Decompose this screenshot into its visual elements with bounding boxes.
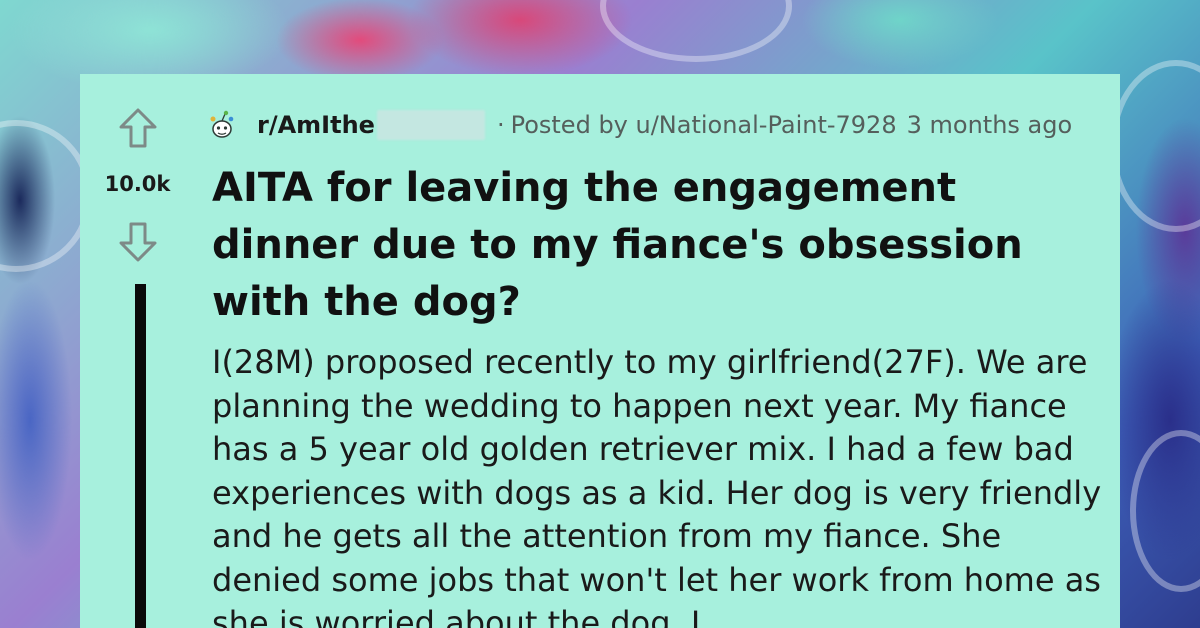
post-title[interactable]: AITA for leaving the engagement dinner d… — [212, 160, 1092, 331]
meta-separator: · — [496, 111, 505, 139]
posted-by-user[interactable]: Posted by u/National-Paint-7928 — [511, 111, 897, 139]
post-card: 10.0k r/AmIthe · Posted by u/National-Pa… — [80, 74, 1120, 628]
redacted-subreddit-suffix — [376, 110, 485, 140]
post-meta: r/AmIthe · Posted by u/National-Paint-79… — [207, 107, 1072, 143]
vote-column: 10.0k — [80, 74, 195, 628]
downvote-arrow-icon[interactable] — [118, 221, 158, 263]
upvote-arrow-icon[interactable] — [118, 107, 158, 149]
post-time: 3 months ago — [906, 111, 1073, 139]
background-swirl — [600, 0, 792, 62]
vote-score: 10.0k — [104, 172, 171, 196]
background-swirl — [1130, 430, 1200, 592]
background-swirl — [0, 120, 92, 272]
thread-line[interactable] — [135, 284, 146, 628]
subreddit-name[interactable]: r/AmIthe — [257, 111, 375, 139]
background-swirl — [1110, 60, 1200, 232]
post-body: I(28M) proposed recently to my girlfrien… — [212, 343, 1102, 628]
subreddit-snoo-icon[interactable] — [207, 109, 237, 141]
